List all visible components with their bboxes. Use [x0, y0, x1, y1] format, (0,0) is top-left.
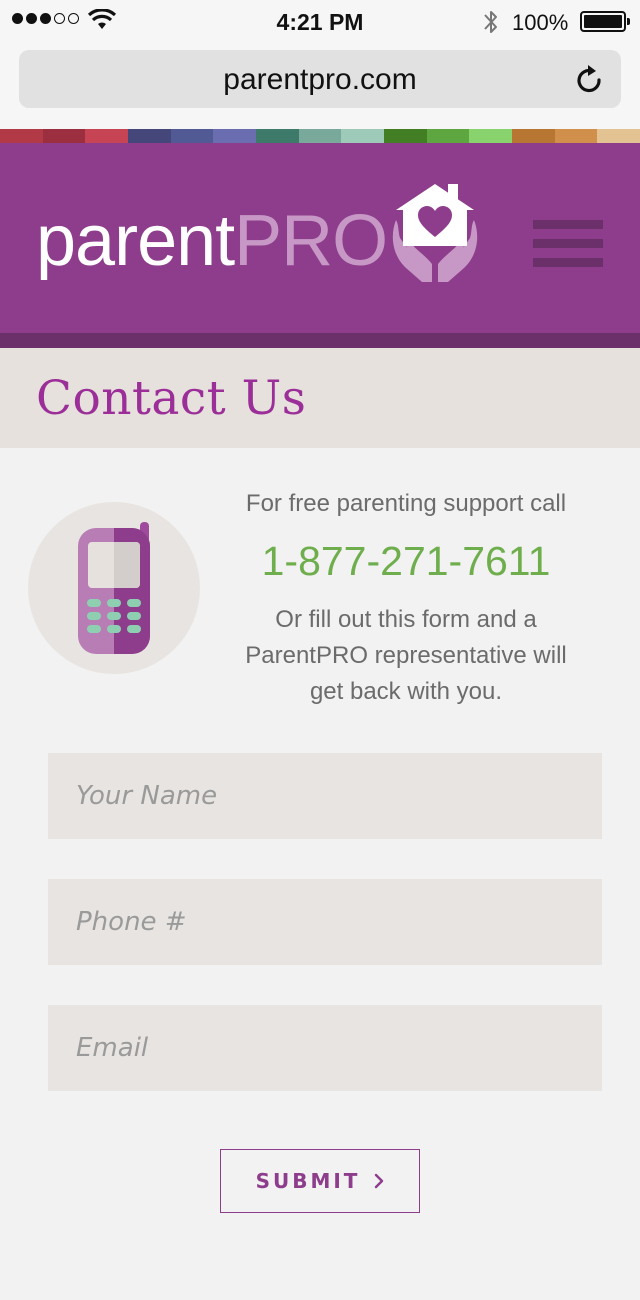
- logo-text-parent: parent: [36, 201, 235, 281]
- stripe-segment: [512, 129, 555, 143]
- submit-label: SUBMIT: [255, 1169, 361, 1193]
- reload-icon[interactable]: [575, 63, 605, 95]
- stripe-segment: [170, 129, 214, 143]
- browser-toolbar: parentpro.com: [0, 44, 640, 129]
- site-logo[interactable]: parentPRO: [36, 205, 388, 277]
- stripe-segment: [384, 129, 427, 143]
- stripe-segment: [426, 129, 470, 143]
- stripe-segment: [469, 129, 513, 143]
- status-bar: 4:21 PM 100%: [0, 0, 640, 44]
- stripe-segment: [213, 129, 257, 143]
- stripe-segment: [554, 129, 598, 143]
- stripe-segment: [256, 129, 299, 143]
- logo-text-pro: PRO: [234, 201, 388, 281]
- stripe-segment: [128, 129, 171, 143]
- url-text[interactable]: parentpro.com: [19, 63, 621, 97]
- phone-field[interactable]: [48, 879, 602, 965]
- color-stripe: [0, 129, 640, 143]
- battery-percentage: 100%: [512, 10, 569, 35]
- email-field[interactable]: [48, 1005, 602, 1091]
- stripe-segment: [0, 129, 43, 143]
- bluetooth-icon: [484, 11, 497, 33]
- header-bottom-border: [0, 333, 640, 348]
- chevron-right-icon: [375, 1173, 384, 1189]
- stripe-segment: [341, 129, 385, 143]
- submit-button[interactable]: SUBMIT: [220, 1149, 420, 1213]
- stripe-segment: [85, 129, 129, 143]
- battery-icon: [580, 11, 630, 32]
- stripe-segment: [42, 129, 86, 143]
- hamburger-menu-icon[interactable]: [533, 220, 603, 268]
- stripe-segment: [298, 129, 342, 143]
- cell-phone-icon: [78, 522, 150, 654]
- phone-number-link[interactable]: 1-877-271-7611: [226, 538, 586, 585]
- stripe-segment: [597, 129, 640, 143]
- address-bar[interactable]: parentpro.com: [19, 50, 621, 108]
- page-title: Contact Us: [36, 371, 307, 426]
- support-call-text: For free parenting support call: [245, 490, 567, 517]
- name-field[interactable]: [48, 753, 602, 839]
- house-heart-hands-icon: [392, 184, 478, 282]
- form-instructions: Or fill out this form and a ParentPRO re…: [245, 606, 567, 705]
